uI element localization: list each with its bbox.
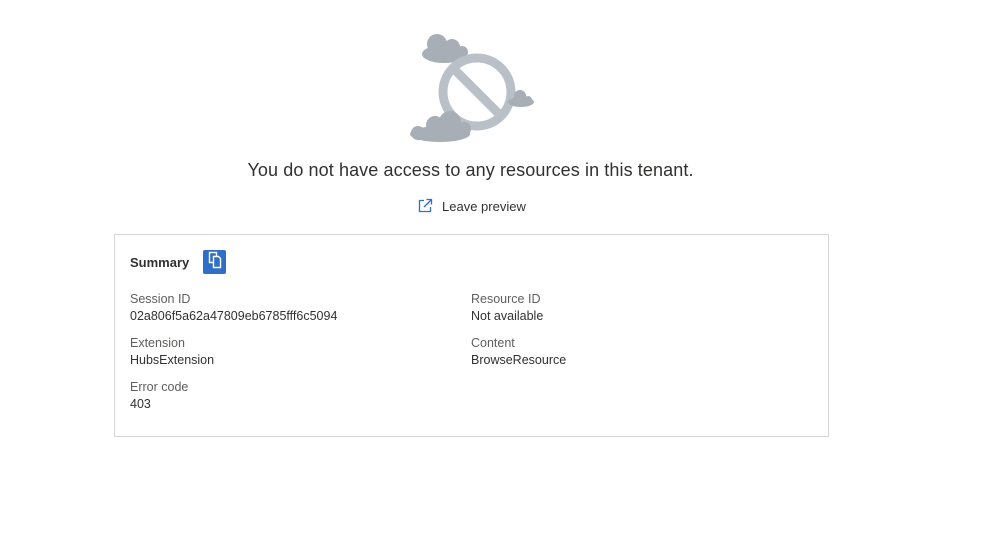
error-code-label: Error code xyxy=(130,380,189,394)
copy-button[interactable] xyxy=(203,250,227,274)
resource-id-label: Resource ID xyxy=(471,292,541,306)
extension-label: Extension xyxy=(130,336,185,350)
cloud-icon xyxy=(410,111,471,142)
session-id-field: Session ID 02a806f5a62a47809eb6785fff6c5… xyxy=(130,291,337,325)
summary-panel: Summary Session ID 02a806f5a62a47809eb67… xyxy=(114,234,829,437)
error-code-field: Error code 403 xyxy=(130,379,188,413)
content-field: Content BrowseResource xyxy=(471,335,566,369)
resource-id-field: Resource ID Not available xyxy=(471,291,543,325)
content-label: Content xyxy=(471,336,515,350)
summary-title: Summary xyxy=(130,254,190,270)
leave-preview-label: Leave preview xyxy=(442,198,526,214)
error-code-value: 403 xyxy=(130,397,151,411)
access-denied-message: You do not have access to any resources … xyxy=(247,160,694,180)
session-id-value: 02a806f5a62a47809eb6785fff6c5094 xyxy=(130,309,338,323)
resource-id-value: Not available xyxy=(471,309,544,323)
external-link-icon xyxy=(416,197,434,215)
content-value: BrowseResource xyxy=(471,353,567,367)
extension-value: HubsExtension xyxy=(130,353,215,367)
session-id-label: Session ID xyxy=(130,292,191,306)
leave-preview-link[interactable]: Leave preview xyxy=(416,197,526,215)
summary-header: Summary xyxy=(130,250,227,274)
copy-icon xyxy=(207,251,223,274)
extension-field: Extension HubsExtension xyxy=(130,335,214,369)
no-access-illustration xyxy=(400,30,540,148)
